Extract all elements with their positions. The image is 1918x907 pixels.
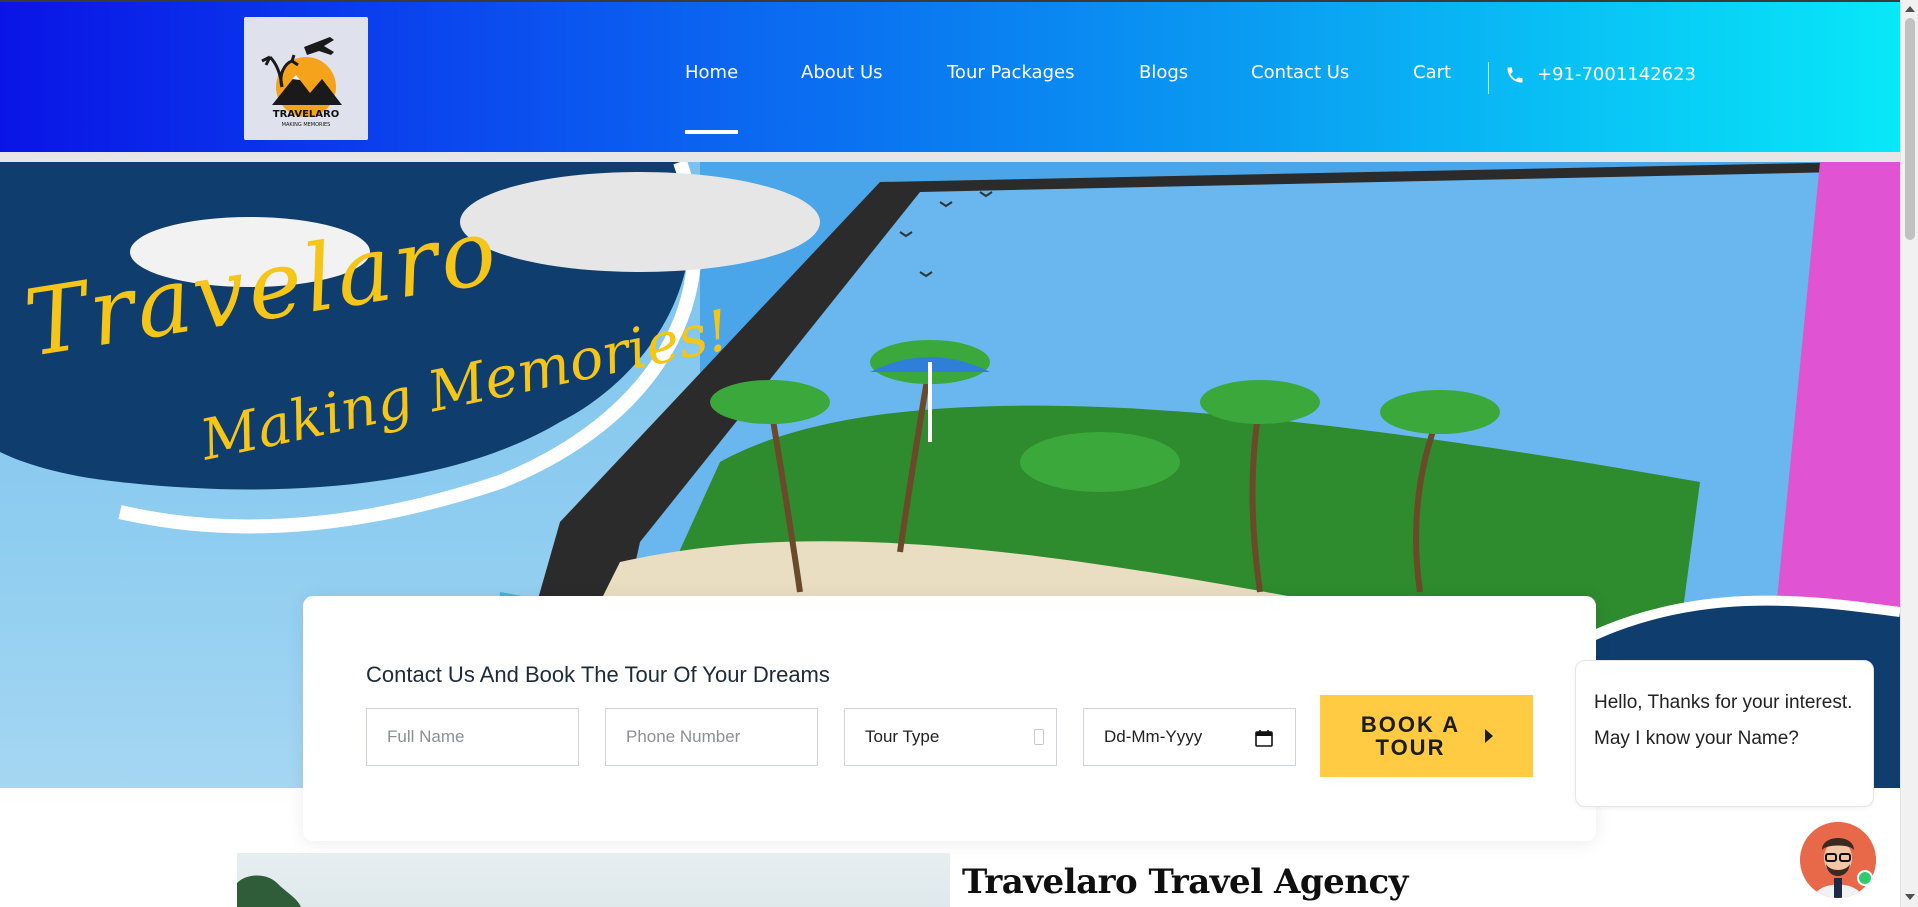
logo-tagline-text: MAKING MEMORIES: [282, 122, 331, 128]
chat-message-bubble: Hello, Thanks for your interest. May I k…: [1575, 660, 1874, 807]
about-image-graphic: [237, 875, 301, 907]
date-placeholder: Dd-Mm-Yyyy: [1104, 727, 1203, 746]
book-tour-label: BOOK A TOUR: [1360, 712, 1461, 760]
logo-brand-text: TRAVELARO: [273, 109, 339, 120]
booking-heading: Contact Us And Book The Tour Of Your Dre…: [366, 662, 830, 687]
site-logo[interactable]: TRAVELARO MAKING MEMORIES: [244, 17, 368, 140]
phone-link[interactable]: +91-7001142623: [1505, 64, 1696, 85]
site-header: TRAVELARO MAKING MEMORIES Home About Us …: [0, 0, 1900, 152]
logo-graphic: TRAVELARO MAKING MEMORIES: [244, 17, 368, 140]
select-arrows-icon: [1034, 729, 1044, 745]
nav-home[interactable]: Home: [685, 62, 738, 83]
full-name-field: [366, 708, 579, 766]
scroll-up-icon[interactable]: [1905, 6, 1915, 12]
nav-contact-us[interactable]: Contact Us: [1251, 62, 1349, 83]
nav-blogs[interactable]: Blogs: [1139, 62, 1188, 83]
phone-number-input[interactable]: [626, 727, 797, 747]
nav-active-indicator: [685, 130, 738, 134]
nav-cart[interactable]: Cart: [1413, 62, 1451, 83]
chat-message-text: Hello, Thanks for your interest. May I k…: [1594, 692, 1853, 749]
nav-divider: [1488, 62, 1489, 94]
tour-type-value: Tour Type: [865, 727, 940, 746]
booking-form-card: Contact Us And Book The Tour Of Your Dre…: [303, 596, 1596, 841]
about-title: Travelaro Travel Agency: [962, 862, 1408, 902]
about-section-image: [237, 853, 950, 907]
phone-icon: [1505, 65, 1525, 85]
online-status-dot: [1857, 870, 1873, 886]
scrollbar-thumb[interactable]: [1905, 18, 1915, 240]
phone-number-field: [605, 708, 818, 766]
calendar-icon[interactable]: [1255, 729, 1273, 747]
scroll-down-icon[interactable]: [1905, 894, 1915, 900]
book-tour-button[interactable]: BOOK A TOUR: [1320, 695, 1533, 777]
nav-tour-packages[interactable]: Tour Packages: [947, 62, 1074, 83]
nav-about-us[interactable]: About Us: [801, 62, 883, 83]
tour-type-select[interactable]: Tour Type: [844, 708, 1057, 766]
caret-right-icon: [1484, 729, 1493, 743]
page-scrollbar[interactable]: [1900, 0, 1918, 907]
date-field[interactable]: Dd-Mm-Yyyy: [1083, 708, 1296, 766]
phone-number: +91-7001142623: [1537, 64, 1697, 85]
full-name-input[interactable]: [387, 727, 558, 747]
chat-avatar-button[interactable]: [1800, 822, 1876, 898]
header-divider: [0, 152, 1900, 162]
agent-avatar-icon: [1800, 822, 1876, 898]
